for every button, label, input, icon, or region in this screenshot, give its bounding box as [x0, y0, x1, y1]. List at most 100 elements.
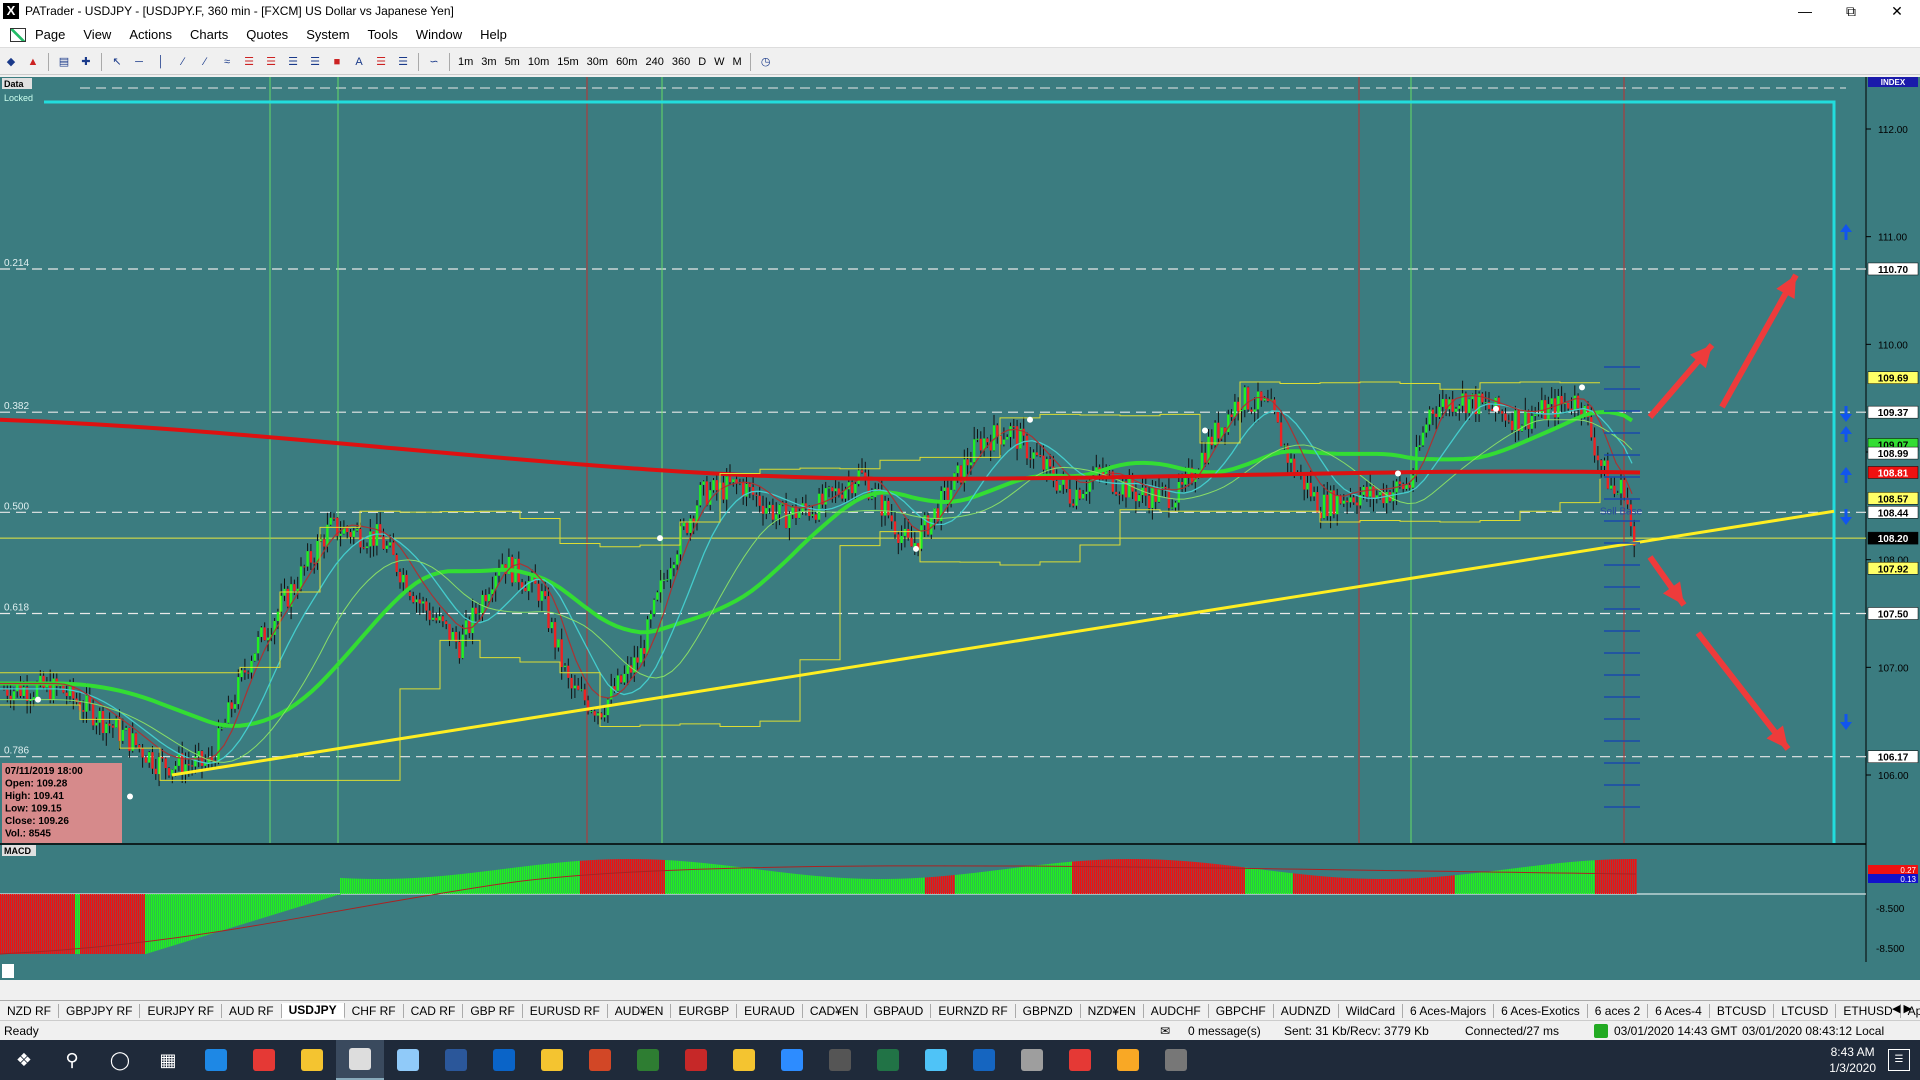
- clock-icon[interactable]: ◷: [756, 52, 776, 72]
- tab-euraud[interactable]: EURAUD: [737, 1003, 803, 1018]
- edge-icon[interactable]: [192, 1040, 240, 1080]
- tab-eurusd-rf[interactable]: EURUSD RF: [523, 1003, 608, 1018]
- tab-ethusd[interactable]: ETHUSD: [1836, 1003, 1901, 1018]
- levels-icon[interactable]: ☰: [371, 52, 391, 72]
- timeframe-60m[interactable]: 60m: [612, 56, 641, 68]
- fib-extension-icon[interactable]: ☰: [261, 52, 281, 72]
- timeframe-30m[interactable]: 30m: [583, 56, 612, 68]
- price-chart[interactable]: INDEX112.00111.00110.00109.00108.00107.0…: [0, 77, 1920, 980]
- chart-type-icon[interactable]: ▤: [54, 52, 74, 72]
- tools-icon[interactable]: [1008, 1040, 1056, 1080]
- menu-window[interactable]: Window: [407, 27, 471, 42]
- windows-logo[interactable]: ❖: [0, 1040, 48, 1080]
- tab-nzd-en[interactable]: NZD¥EN: [1081, 1003, 1144, 1018]
- window-app-icon[interactable]: [1152, 1040, 1200, 1080]
- menu-system[interactable]: System: [297, 27, 358, 42]
- timeframe-5m[interactable]: 5m: [501, 56, 524, 68]
- folder-icon[interactable]: [528, 1040, 576, 1080]
- indicator-icon[interactable]: ∽: [424, 52, 444, 72]
- powerpoint-icon[interactable]: [576, 1040, 624, 1080]
- s-app-icon[interactable]: [1056, 1040, 1104, 1080]
- tab-gbpnzd[interactable]: GBPNZD: [1016, 1003, 1081, 1018]
- timeframe-D[interactable]: D: [694, 56, 710, 68]
- calculator-icon[interactable]: [816, 1040, 864, 1080]
- timeframe-240[interactable]: 240: [641, 56, 667, 68]
- notification-icon[interactable]: ☰: [1888, 1049, 1910, 1071]
- chart-area[interactable]: INDEX112.00111.00110.00109.00108.00107.0…: [0, 77, 1920, 980]
- news-icon[interactable]: [960, 1040, 1008, 1080]
- menu-view[interactable]: View: [74, 27, 120, 42]
- tab-6-aces-2[interactable]: 6 aces 2: [1588, 1003, 1649, 1018]
- timeframe-10m[interactable]: 10m: [524, 56, 553, 68]
- image-icon[interactable]: [912, 1040, 960, 1080]
- zoom-icon[interactable]: [768, 1040, 816, 1080]
- trend-line-icon[interactable]: ∕: [173, 52, 193, 72]
- app-n-icon[interactable]: [624, 1040, 672, 1080]
- tab-audchf[interactable]: AUDCHF: [1144, 1003, 1209, 1018]
- close-icon[interactable]: ✕: [1874, 0, 1920, 22]
- tab-6-aces-majors[interactable]: 6 Aces-Majors: [1403, 1003, 1495, 1018]
- timeframe-360[interactable]: 360: [668, 56, 694, 68]
- chart-icon[interactable]: [10, 27, 26, 42]
- timeframe-3m[interactable]: 3m: [477, 56, 500, 68]
- horizontal-line-icon[interactable]: ─: [129, 52, 149, 72]
- pointer-icon[interactable]: ↖: [107, 52, 127, 72]
- tab-gbp-rf[interactable]: GBP RF: [463, 1003, 523, 1018]
- tab-nav-arrows[interactable]: ◀ ▶: [1892, 1002, 1912, 1015]
- tab-eurjpy-rf[interactable]: EURJPY RF: [140, 1003, 222, 1018]
- menu-quotes[interactable]: Quotes: [237, 27, 297, 42]
- ruler-icon[interactable]: ☰: [393, 52, 413, 72]
- menu-tools[interactable]: Tools: [359, 27, 407, 42]
- cortana-icon[interactable]: ◯: [96, 1040, 144, 1080]
- menu-page[interactable]: Page: [26, 27, 74, 42]
- tab-btcusd[interactable]: BTCUSD: [1710, 1003, 1775, 1018]
- channel-icon[interactable]: ∕: [195, 52, 215, 72]
- tab-nzd-rf[interactable]: NZD RF: [0, 1003, 59, 1018]
- minimize-icon[interactable]: —: [1782, 0, 1828, 22]
- tab-aud-en[interactable]: AUD¥EN: [608, 1003, 672, 1018]
- scroll-handle[interactable]: [2, 964, 14, 978]
- file-explorer-icon[interactable]: [288, 1040, 336, 1080]
- mail-icon[interactable]: ✉: [1160, 1024, 1170, 1038]
- tab-wildcard[interactable]: WildCard: [1339, 1003, 1404, 1018]
- arrange-icon[interactable]: ◆: [1, 52, 21, 72]
- word-icon[interactable]: [432, 1040, 480, 1080]
- menu-help[interactable]: Help: [471, 27, 516, 42]
- restore-icon[interactable]: ⧉: [1828, 0, 1874, 22]
- tab-gbpchf[interactable]: GBPCHF: [1209, 1003, 1274, 1018]
- tab-usdjpy[interactable]: USDJPY: [281, 1002, 345, 1019]
- tab-aud-rf[interactable]: AUD RF: [222, 1003, 282, 1018]
- tab-gbpjpy-rf[interactable]: GBPJPY RF: [59, 1003, 141, 1018]
- system-clock[interactable]: 8:43 AM 1/3/2020: [1829, 1044, 1876, 1076]
- fib-fan-icon[interactable]: ≈: [217, 52, 237, 72]
- excel-icon[interactable]: [864, 1040, 912, 1080]
- chrome-icon[interactable]: [240, 1040, 288, 1080]
- vertical-line-icon[interactable]: │: [151, 52, 171, 72]
- cycle-lines-icon[interactable]: ☰: [305, 52, 325, 72]
- sell-icon[interactable]: ▲: [23, 52, 43, 72]
- timeframe-1m[interactable]: 1m: [454, 56, 477, 68]
- pen-icon[interactable]: [384, 1040, 432, 1080]
- text-icon[interactable]: A: [349, 52, 369, 72]
- tab-cad-en[interactable]: CAD¥EN: [803, 1003, 867, 1018]
- tab-eurgbp[interactable]: EURGBP: [671, 1003, 738, 1018]
- folder-app-icon[interactable]: [720, 1040, 768, 1080]
- tab-eurnzd-rf[interactable]: EURNZD RF: [931, 1003, 1016, 1018]
- bird-icon[interactable]: [672, 1040, 720, 1080]
- task-view-icon[interactable]: ▦: [144, 1040, 192, 1080]
- outlook-icon[interactable]: [480, 1040, 528, 1080]
- menu-charts[interactable]: Charts: [181, 27, 237, 42]
- tab-6-aces-4[interactable]: 6 Aces-4: [1648, 1003, 1710, 1018]
- tab-6-aces-exotics[interactable]: 6 Aces-Exotics: [1494, 1003, 1588, 1018]
- search-icon[interactable]: ⚲: [48, 1040, 96, 1080]
- circle-app-icon[interactable]: [1104, 1040, 1152, 1080]
- tab-cad-rf[interactable]: CAD RF: [404, 1003, 464, 1018]
- timeframe-W[interactable]: W: [710, 56, 728, 68]
- rectangle-icon[interactable]: ■: [327, 52, 347, 72]
- patrader-icon[interactable]: [336, 1040, 384, 1080]
- tab-gbpaud[interactable]: GBPAUD: [867, 1003, 932, 1018]
- fib-retracement-icon[interactable]: ☰: [239, 52, 259, 72]
- menu-actions[interactable]: Actions: [120, 27, 181, 42]
- tab-ltcusd[interactable]: LTCUSD: [1774, 1003, 1837, 1018]
- gann-fan-icon[interactable]: ☰: [283, 52, 303, 72]
